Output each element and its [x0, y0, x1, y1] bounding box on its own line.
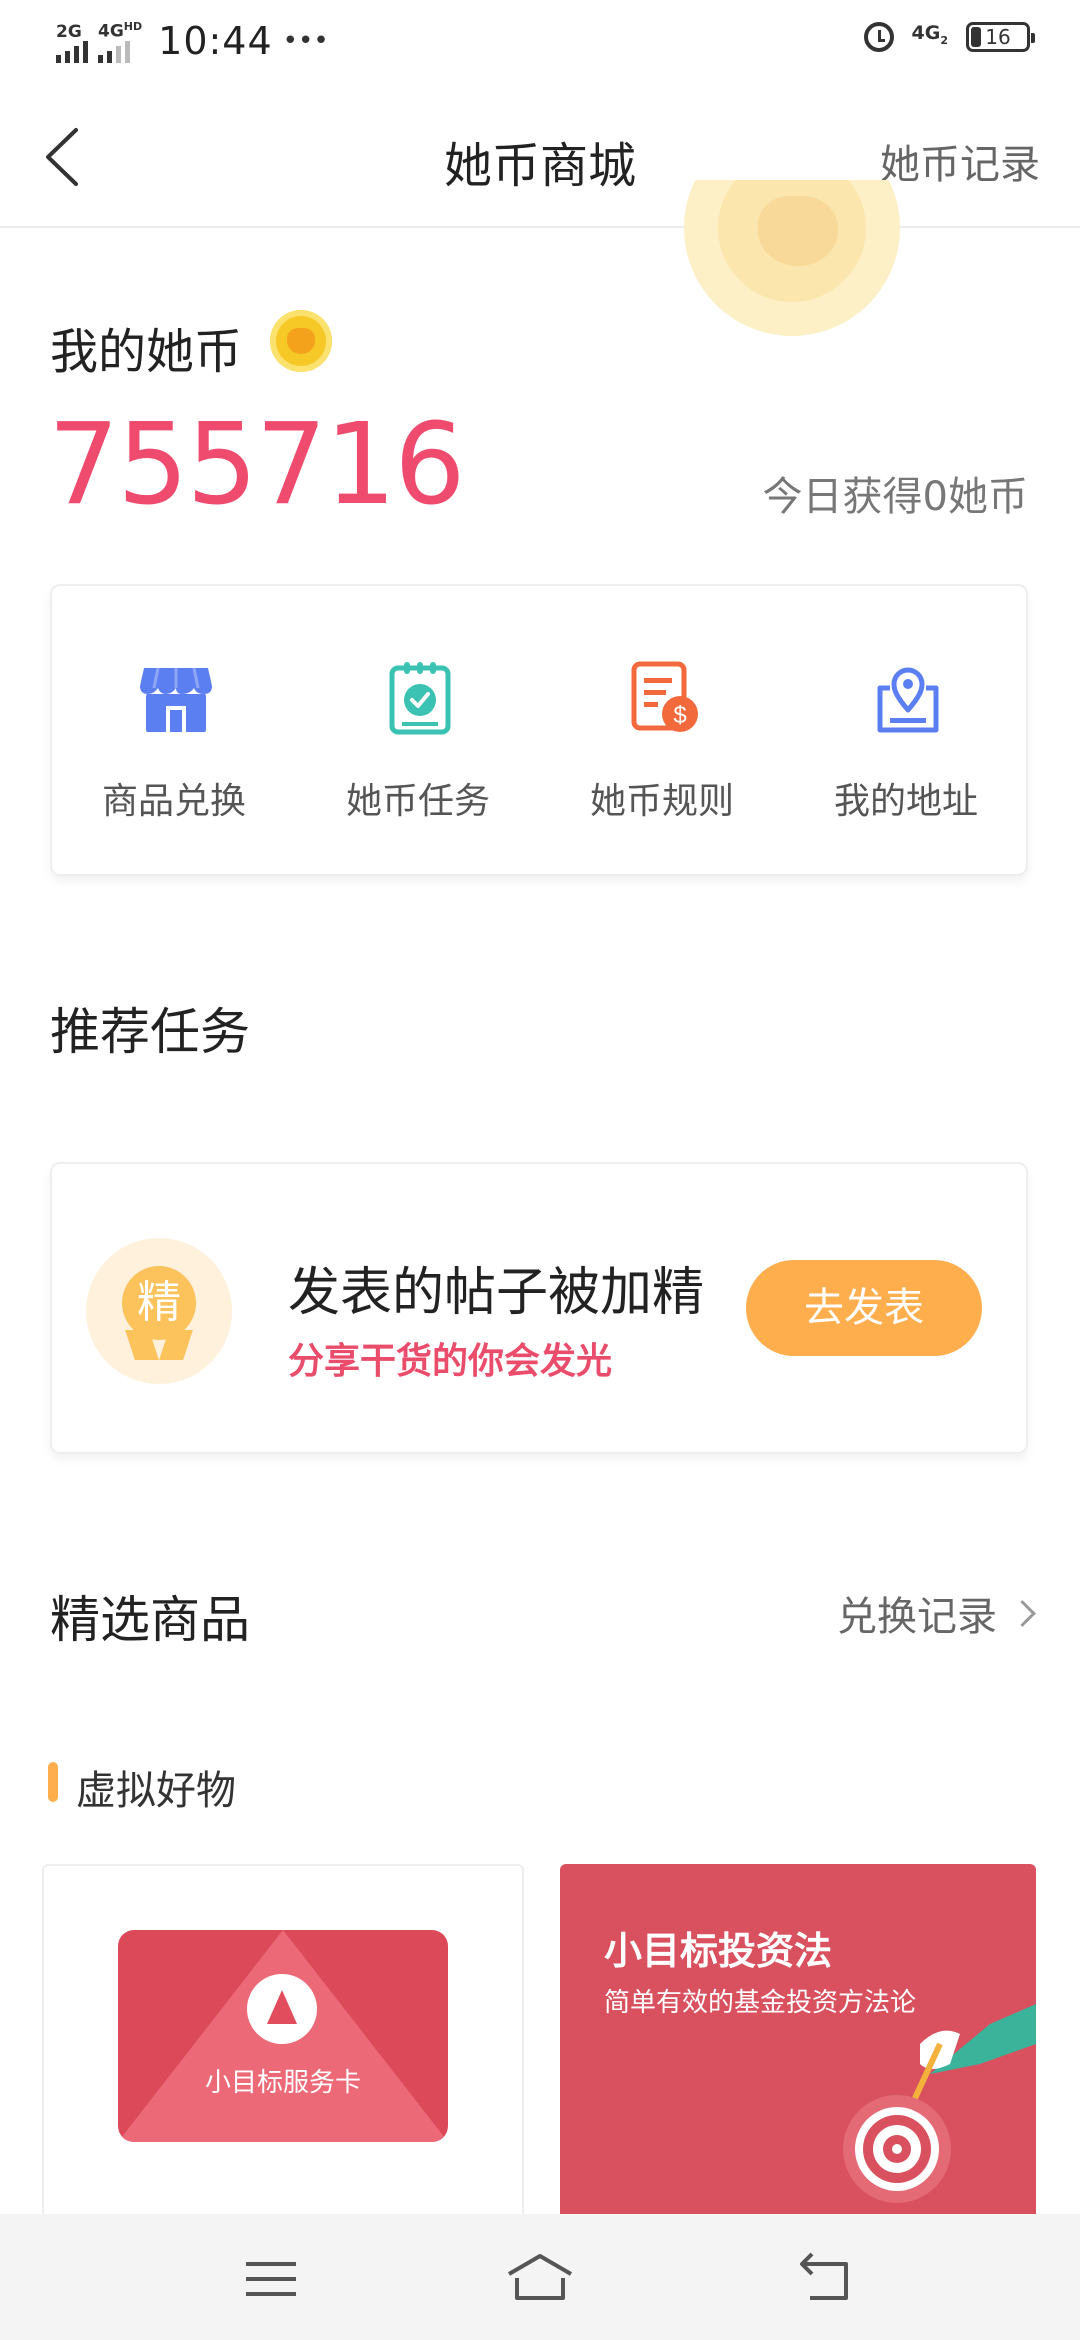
task-clipboard-icon — [389, 662, 451, 735]
service-card-label: 小目标服务卡 — [204, 2068, 361, 2098]
signal-hd-label: HD — [123, 20, 143, 33]
home-icon[interactable] — [505, 2244, 575, 2314]
action-coin-rules[interactable]: $ 她币规则 — [540, 586, 784, 878]
action-my-address[interactable]: 我的地址 — [784, 586, 1028, 878]
product-title: 小目标投资法 — [604, 1929, 833, 1973]
clock: 10:44 — [158, 18, 273, 63]
service-card-image: 小目标服务卡 — [118, 1930, 448, 2142]
chevron-right-icon — [1009, 1599, 1036, 1627]
featured-goods-title: 精选商品 — [50, 1591, 250, 1649]
back-nav-icon[interactable] — [790, 2244, 860, 2314]
target-icon — [843, 2095, 951, 2203]
task-title: 发表的帖子被加精 — [288, 1263, 705, 1323]
top-nav-bar: 她币商城 她币记录 — [0, 86, 1080, 228]
task-subtitle: 分享干货的你会发光 — [288, 1341, 613, 1382]
action-coin-tasks[interactable]: 她币任务 — [296, 586, 540, 878]
svg-text:$: $ — [673, 702, 686, 729]
product-card[interactable]: 小目标服务卡 — [42, 1864, 524, 2260]
signal-label: 2G — [56, 21, 82, 42]
recommended-tasks-title: 推荐任务 — [50, 1003, 250, 1061]
exchange-history-link[interactable]: 兑换记录 — [837, 1584, 1036, 1642]
status-left: 2G 4GHD 10:44 ••• — [56, 18, 329, 63]
coin-history-link[interactable]: 她币记录 — [880, 132, 1040, 190]
signal-label-2: 4G — [98, 21, 124, 42]
action-label: 她币规则 — [589, 781, 734, 822]
product-card[interactable]: 小目标投资法 简单有效的基金投资方法论 — [560, 1864, 1036, 2260]
more-dots: ••• — [282, 25, 329, 56]
today-earned-text: 今日获得0她币 — [762, 474, 1028, 520]
brand-logo-icon — [247, 1974, 317, 2044]
location-icon — [877, 667, 939, 733]
badge-text: 精 — [122, 1266, 196, 1340]
my-coins-label: 我的她币 — [50, 324, 243, 380]
network-sub-label: 2 — [940, 33, 948, 47]
network-4g-icon: 4G2 — [912, 23, 948, 51]
category-label: 虚拟好物 — [76, 1768, 236, 1814]
exchange-history-label: 兑换记录 — [837, 1594, 997, 1640]
coin-balance: 755716 — [48, 400, 466, 530]
action-label: 我的地址 — [833, 781, 978, 822]
quality-badge-icon: 精 — [86, 1238, 232, 1384]
network-label: 4G — [911, 22, 941, 45]
status-right: 4G2 16 — [863, 22, 1035, 52]
status-bar: 2G 4GHD 10:44 ••• 4G2 16 — [0, 0, 1080, 86]
signal-icon-2: 4GHD — [98, 18, 142, 63]
system-nav-bar — [0, 2214, 1080, 2340]
menu-icon[interactable] — [236, 2244, 306, 2314]
category-marker — [48, 1762, 58, 1802]
go-post-button[interactable]: 去发表 — [746, 1260, 982, 1356]
alarm-icon — [863, 22, 894, 52]
task-card: 精 发表的帖子被加精 分享干货的你会发光 去发表 — [50, 1162, 1028, 1454]
battery-level: 16 — [985, 25, 1011, 49]
quick-actions-card: 商品兑换 她币任务 $ 她币规则 我的地址 — [50, 584, 1028, 876]
decorative-coin-icon — [684, 180, 900, 380]
signal-icon: 2G — [56, 21, 88, 63]
action-label: 商品兑换 — [101, 781, 246, 822]
rules-document-icon: $ — [631, 661, 698, 732]
action-goods-exchange[interactable]: 商品兑换 — [52, 586, 296, 878]
coin-icon — [270, 310, 332, 372]
battery-icon: 16 — [966, 22, 1035, 52]
action-label: 她币任务 — [345, 781, 490, 822]
store-icon — [140, 667, 212, 732]
